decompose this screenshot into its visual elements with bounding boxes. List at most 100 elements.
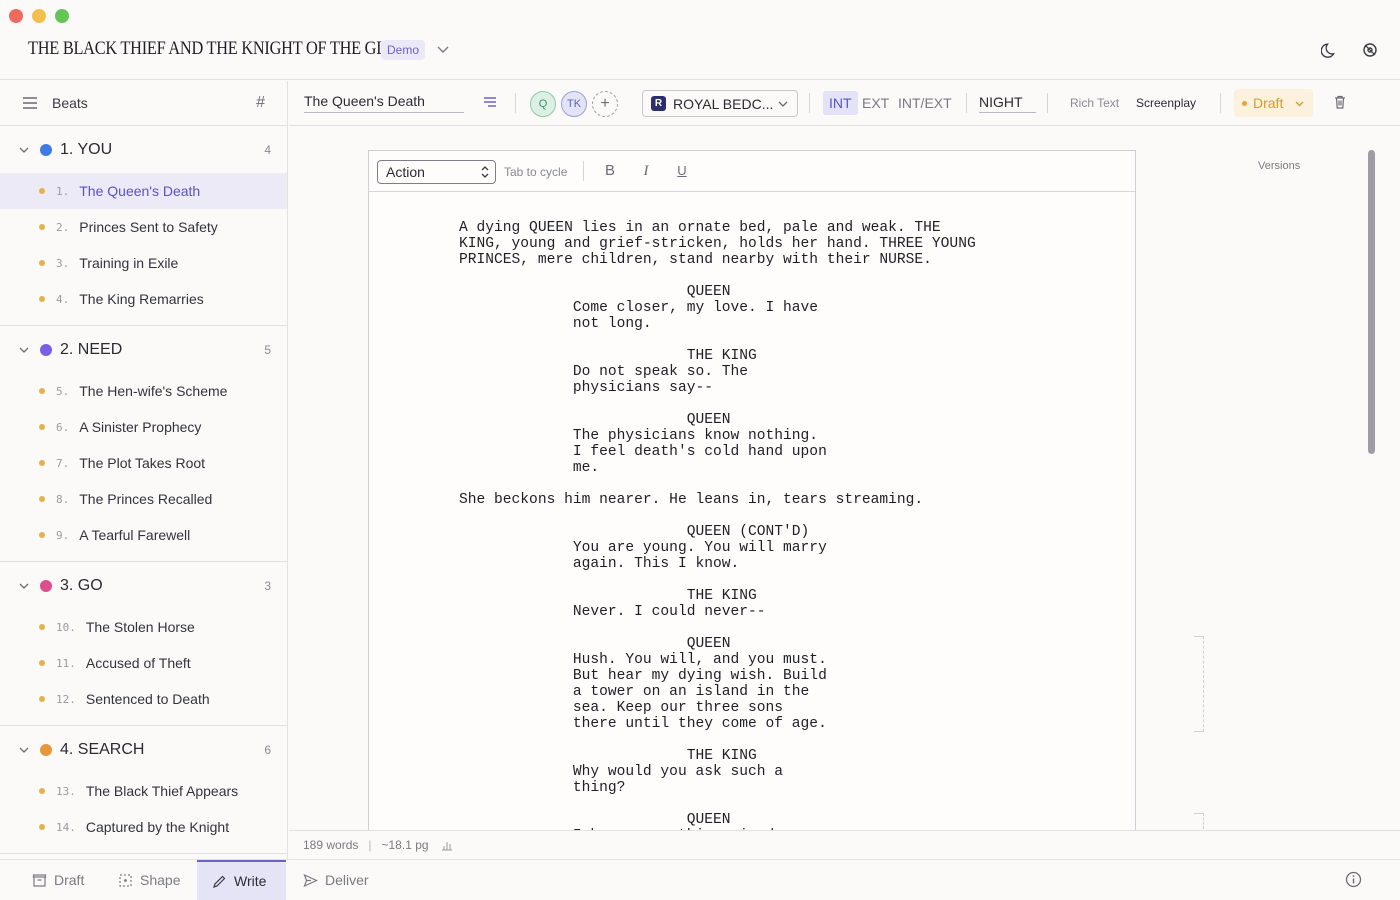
script-line: THE KING — [459, 748, 757, 764]
beat-item[interactable]: 12. Sentenced to Death — [0, 681, 287, 717]
act-header[interactable]: 1. YOU 4 — [0, 126, 287, 173]
mode-draft[interactable]: Draft — [32, 860, 84, 900]
beat-label: Accused of Theft — [85, 655, 191, 671]
script-text[interactable]: A dying QUEEN lies in an ornate bed, pal… — [459, 220, 976, 839]
italic-button[interactable]: I — [638, 163, 654, 179]
beat-item[interactable]: 2. Princes Sent to Safety — [0, 209, 287, 245]
script-line — [459, 796, 976, 812]
script-line: thing? — [459, 780, 626, 796]
chevron-down-icon[interactable] — [18, 144, 30, 156]
project-title[interactable]: THE BLACK THIEF AND THE KNIGHT OF THE GL… — [28, 38, 407, 60]
menu-icon[interactable] — [22, 97, 38, 109]
ext-toggle[interactable]: EXT — [856, 91, 895, 115]
act-header[interactable]: 3. GO 3 — [0, 562, 287, 609]
int-toggle[interactable]: INT — [823, 91, 858, 115]
act-group: 2. NEED 5 5. The Hen-wife's Scheme 6. A Sinis… — [0, 326, 287, 562]
scene-name-input[interactable]: The Queen's Death — [304, 93, 464, 113]
beat-item[interactable]: 8. The Princes Recalled — [0, 481, 287, 517]
script-line: The physicians know nothing. — [459, 428, 819, 444]
script-line: again. This I know. — [459, 556, 740, 572]
trash-icon[interactable] — [1332, 94, 1348, 110]
beat-status-dot — [39, 532, 45, 538]
beat-label: The Stolen Horse — [85, 619, 195, 635]
minimize-window-button[interactable] — [32, 9, 46, 23]
rich-text-toggle[interactable]: Rich Text — [1070, 96, 1119, 110]
beat-item[interactable]: 6. A Sinister Prophecy — [0, 409, 287, 445]
element-type-select[interactable]: Action — [377, 160, 496, 184]
screenplay-editor[interactable]: Action Tab to cycle B I U A dying QUEEN … — [368, 150, 1136, 840]
act-group: 1. YOU 4 1. The Queen's Death 2. Princes Sent… — [0, 126, 287, 326]
margin-marker — [1194, 636, 1204, 732]
beat-number: 11. — [56, 656, 76, 670]
bold-button[interactable]: B — [602, 163, 618, 179]
script-line — [459, 396, 976, 412]
beat-number: 10. — [56, 620, 76, 634]
chevron-down-icon[interactable] — [18, 580, 30, 592]
divider — [809, 93, 810, 113]
add-character-button[interactable]: + — [592, 91, 618, 117]
act-beat-count: 5 — [264, 342, 271, 357]
avatar-q[interactable]: Q — [530, 91, 556, 117]
chevron-down-icon[interactable] — [18, 744, 30, 756]
script-line: I feel death's cold hand upon — [459, 444, 827, 460]
mode-shape[interactable]: Shape — [118, 860, 180, 900]
beat-item[interactable]: 14. Captured by the Knight — [0, 809, 287, 845]
script-line: me. — [459, 460, 600, 476]
beat-item[interactable]: 13. The Black Thief Appears — [0, 773, 287, 809]
mode-write-label: Write — [234, 873, 267, 889]
script-line: QUEEN — [459, 812, 731, 828]
beat-status-dot — [39, 788, 45, 794]
time-of-day-input[interactable]: NIGHT — [979, 94, 1036, 113]
scrollbar-thumb[interactable] — [1368, 150, 1375, 454]
beat-label: A Tearful Farewell — [79, 527, 191, 543]
beat-item[interactable]: 9. A Tearful Farewell — [0, 517, 287, 553]
beat-number: 9. — [56, 528, 70, 542]
beat-number: 12. — [56, 692, 76, 706]
mode-bar: Draft Shape Write Deliver — [0, 859, 1400, 900]
settings-icon[interactable] — [1361, 41, 1379, 59]
script-line — [459, 572, 976, 588]
separator: | — [368, 838, 372, 852]
mode-deliver[interactable]: Deliver — [303, 860, 369, 900]
zoom-window-button[interactable] — [55, 9, 69, 23]
versions-label[interactable]: Versions — [1258, 160, 1300, 172]
info-icon[interactable] — [1345, 871, 1362, 888]
script-line: Do not speak so. The — [459, 364, 749, 380]
beat-item[interactable]: 3. Training in Exile — [0, 245, 287, 281]
act-group: 3. GO 3 10. The Stolen Horse 11. Accused of T… — [0, 562, 287, 726]
int-ext-toggle[interactable]: INT/EXT — [892, 91, 958, 115]
act-title: 1. YOU — [60, 140, 113, 158]
underline-button[interactable]: U — [674, 163, 690, 179]
screenplay-toggle[interactable]: Screenplay — [1136, 96, 1196, 110]
act-header[interactable]: 2. NEED 5 — [0, 326, 287, 373]
act-header[interactable]: 4. SEARCH 6 — [0, 726, 287, 773]
element-type-label: Action — [386, 164, 425, 180]
script-line: sea. Keep our three sons — [459, 700, 784, 716]
moon-icon[interactable] — [1321, 41, 1339, 59]
align-icon[interactable] — [483, 96, 497, 108]
mode-write[interactable]: Write — [197, 860, 286, 900]
beat-status-dot — [39, 696, 45, 702]
stats-icon[interactable] — [441, 839, 453, 851]
send-icon — [303, 873, 318, 887]
beat-status-dot — [39, 296, 45, 302]
beat-item[interactable]: 4. The King Remarries — [0, 281, 287, 317]
location-select[interactable]: R ROYAL BEDC... — [642, 90, 798, 117]
act-color-dot — [40, 743, 52, 756]
beat-item[interactable]: 7. The Plot Takes Root — [0, 445, 287, 481]
beat-number: 8. — [56, 492, 70, 506]
close-window-button[interactable] — [9, 9, 23, 23]
beat-status-dot — [39, 824, 45, 830]
beat-item[interactable]: 11. Accused of Theft — [0, 645, 287, 681]
beat-item[interactable]: 5. The Hen-wife's Scheme — [0, 373, 287, 409]
chevron-down-icon[interactable] — [18, 344, 30, 356]
status-select[interactable]: Draft — [1234, 89, 1313, 117]
beat-item[interactable]: 10. The Stolen Horse — [0, 609, 287, 645]
beat-item[interactable]: 1. The Queen's Death — [0, 173, 287, 209]
mode-shape-label: Shape — [140, 872, 181, 888]
numbering-toggle[interactable]: # — [256, 94, 265, 112]
chevron-down-icon[interactable] — [436, 42, 450, 56]
chevron-down-icon — [1295, 101, 1304, 107]
beat-number: 4. — [56, 292, 70, 306]
avatar-tk[interactable]: TK — [561, 91, 587, 117]
